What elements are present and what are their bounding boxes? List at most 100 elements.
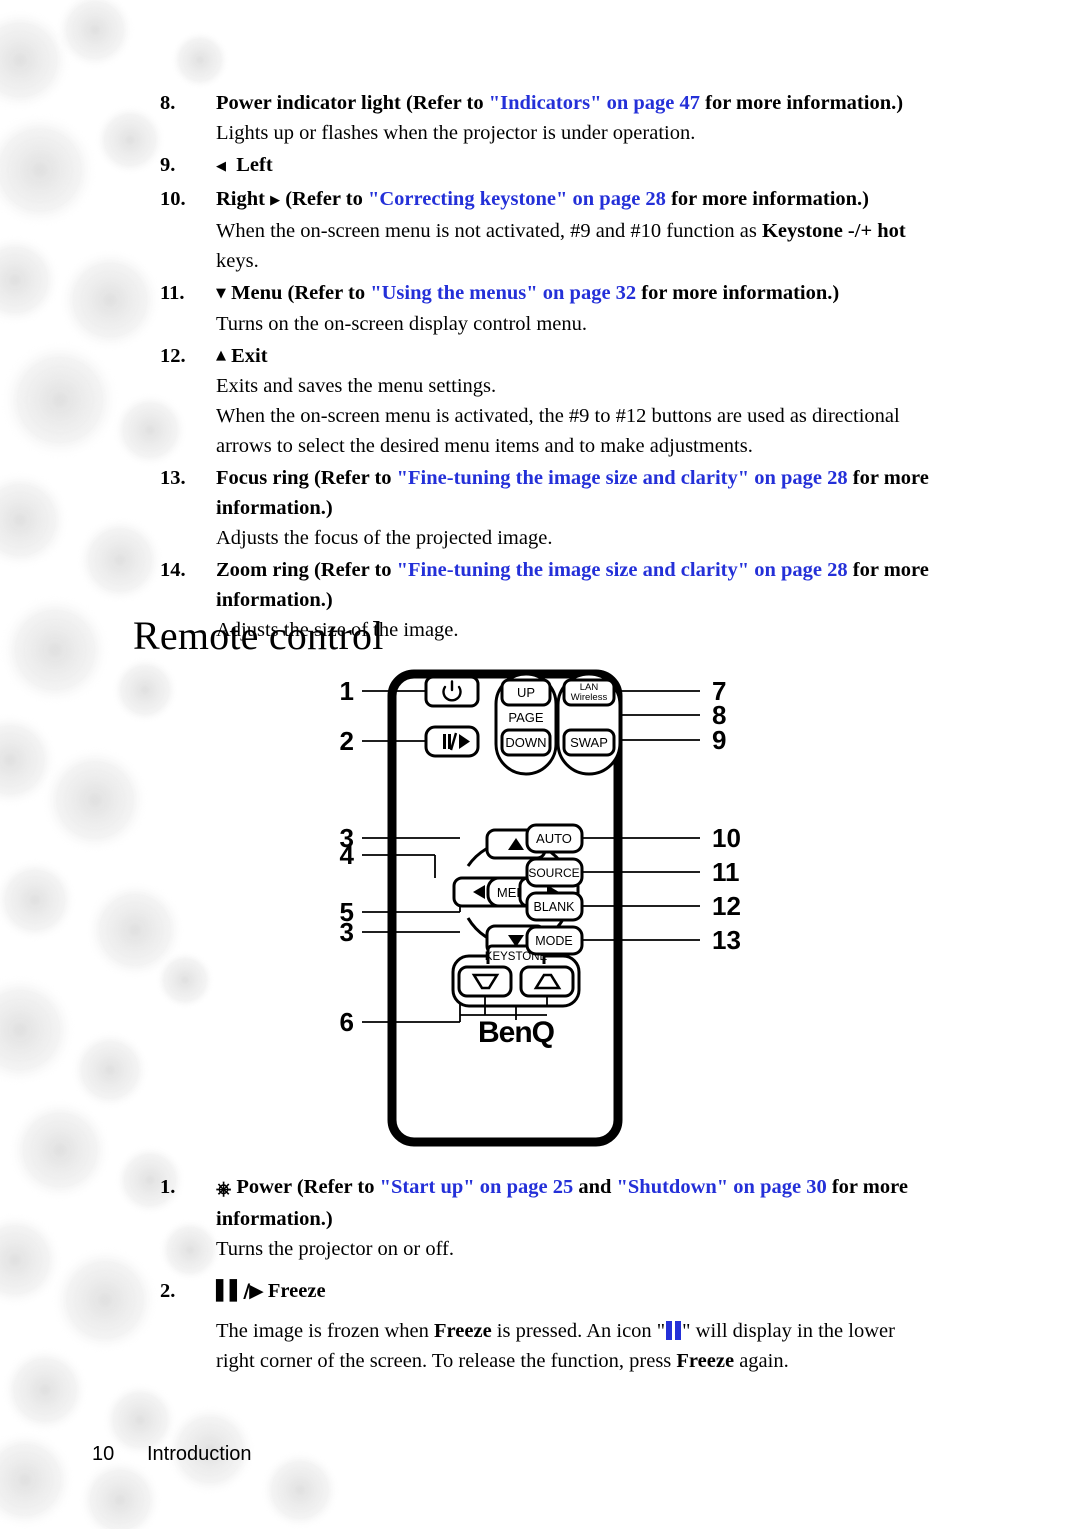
list-marker: 9. [160,154,176,176]
callout-1: 1 [340,676,354,706]
headline-text-b: for more [826,1176,908,1198]
headline-mid: and [573,1176,617,1198]
headline-text-b: (Refer to [280,188,368,210]
page-button-group: UP PAGE DOWN [494,672,558,776]
list-headline: Zoom ring (Refer to "Fine-tuning the ima… [216,555,980,615]
cross-reference-link-startup[interactable]: "Start up" on page 25 [380,1176,574,1198]
list-description: Turns the projector on or off. [216,1238,455,1260]
page-down-button[interactable]: DOWN [500,728,552,757]
callout-13: 13 [712,925,741,955]
page-up-button[interactable]: UP [500,678,552,707]
callout-numbers-right: 7 8 9 10 11 12 13 [712,676,741,955]
description-text-d: right corner of the screen. To release t… [216,1350,677,1372]
keystone-plus-button[interactable] [519,965,575,998]
list-headline: ◀ Left [216,150,980,182]
cross-reference-link[interactable]: "Using the menus" on page 32 [370,282,636,304]
list-headline: Right ▶ (Refer to "Correcting keystone" … [216,184,980,216]
freeze-button[interactable] [424,725,480,758]
lan-swap-button-group: LAN Wireless SWAP [556,672,622,776]
headline-text-c: information.) [216,589,333,611]
list-item-9: 9. ◀ Left [160,150,980,182]
callout-3b: 3 [340,917,354,947]
list-marker: 1. [160,1176,176,1198]
headline-text-c: for more information.) [665,188,869,210]
description-text-e: again. [734,1350,789,1372]
auto-button[interactable]: AUTO [525,823,584,854]
benq-logo: BenQ [478,1016,555,1049]
page-title: Remote control [133,613,384,658]
headline-label: Left [236,154,273,176]
list-headline: Power indicator light (Refer to "Indicat… [216,88,980,118]
keystone-minus-button[interactable] [457,965,513,998]
list-description: The image is frozen when Freeze is press… [216,1316,980,1376]
description-text-c: keys. [216,250,259,272]
blank-button[interactable]: BLANK [525,891,584,922]
list-headline: ▼ Menu (Refer to "Using the menus" on pa… [216,278,980,309]
headline-text-a: Right [216,188,271,210]
list-item-8: 8. Power indicator light (Refer to "Indi… [160,88,980,148]
list-item-10: 10. Right ▶ (Refer to "Correcting keysto… [160,184,980,276]
headline-label: Exit [226,345,268,367]
headline-text-a: Power indicator light (Refer to [216,92,489,114]
auto-label: AUTO [536,831,572,846]
projector-parts-list: 8. Power indicator light (Refer to "Indi… [160,88,980,647]
list-marker: 2. [160,1280,176,1302]
left-arrow-icon: ◀ [216,159,226,174]
right-arrow-icon: ▶ [270,193,281,208]
power-button[interactable] [424,675,480,708]
cross-reference-link[interactable]: "Correcting keystone" on page 28 [368,188,666,210]
page-label: PAGE [508,710,543,725]
headline-text-a: Zoom ring (Refer to [216,559,397,581]
remote-parts-list: 1. ⎈ Power (Refer to "Start up" on page … [160,1172,980,1378]
description-text-c: " will display in the lower [682,1320,895,1342]
list-item-12: 12. ▲ Exit Exits and saves the menu sett… [160,341,980,461]
lan-label-line2: Wireless [571,692,608,703]
page-footer: 10 Introduction [92,1443,252,1466]
list-headline: ▲ Exit [216,341,980,371]
up-arrow-icon: ▲ [216,348,226,363]
callout-11: 11 [712,857,740,887]
blank-label: BLANK [534,900,576,914]
description-line-1: When the on-screen menu is activated, th… [216,405,900,427]
list-headline: Focus ring (Refer to "Fine-tuning the im… [216,463,980,523]
cross-reference-link[interactable]: "Indicators" on page 47 [489,92,700,114]
pause-play-icon: ▌▌/▶ [216,1280,264,1302]
cross-reference-link-shutdown[interactable]: "Shutdown" on page 30 [617,1176,827,1198]
cross-reference-link[interactable]: "Fine-tuning the image size and clarity"… [397,467,848,489]
headline-text-b: for more information.) [636,282,840,304]
headline-text-b: for more information.) [700,92,904,114]
list-headline: ⎈ Power (Refer to "Start up" on page 25 … [216,1172,980,1234]
description-text-a: The image is frozen when [216,1320,435,1342]
list-headline: ▌▌/▶ Freeze [216,1276,980,1306]
lan-wireless-button[interactable]: LAN Wireless [562,678,616,707]
callout-2: 2 [340,726,354,756]
list-description: Lights up or flashes when the projector … [216,122,696,144]
swap-button[interactable]: SWAP [562,728,616,757]
description-line-2: arrows to select the desired menu items … [216,435,753,457]
list-marker: 10. [160,188,186,210]
mode-button[interactable]: MODE [525,925,584,956]
headline-text-c: information.) [216,1208,333,1230]
list-marker: 12. [160,345,186,367]
description-text-b: is pressed. An icon " [491,1320,666,1342]
source-button[interactable]: SOURCE [525,857,584,888]
list-description: Adjusts the focus of the projected image… [216,527,553,549]
page-up-label: UP [517,685,535,700]
cross-reference-link[interactable]: "Fine-tuning the image size and clarity"… [397,559,848,581]
keystone-term: Keystone [761,220,843,242]
list-description-secondary: When the on-screen menu is activated, th… [216,401,980,461]
list-marker: 13. [160,467,186,489]
list-description: Exits and saves the menu settings. [216,375,497,397]
headline-text-c: information.) [216,497,333,519]
source-label: SOURCE [528,866,579,880]
headline-text-b: for more [847,559,929,581]
remote-list-item-2: 2. ▌▌/▶ Freeze The image is frozen when … [160,1276,980,1376]
footer-page-number: 10 [92,1443,115,1465]
callout-4: 4 [340,840,355,870]
list-marker: 14. [160,559,186,581]
list-marker: 11. [160,282,185,304]
swap-label: SWAP [570,735,608,750]
headline-text-a: Menu (Refer to [226,282,371,304]
list-description: Turns on the on-screen display control m… [216,313,588,335]
freeze-term-1: Freeze [434,1320,492,1342]
